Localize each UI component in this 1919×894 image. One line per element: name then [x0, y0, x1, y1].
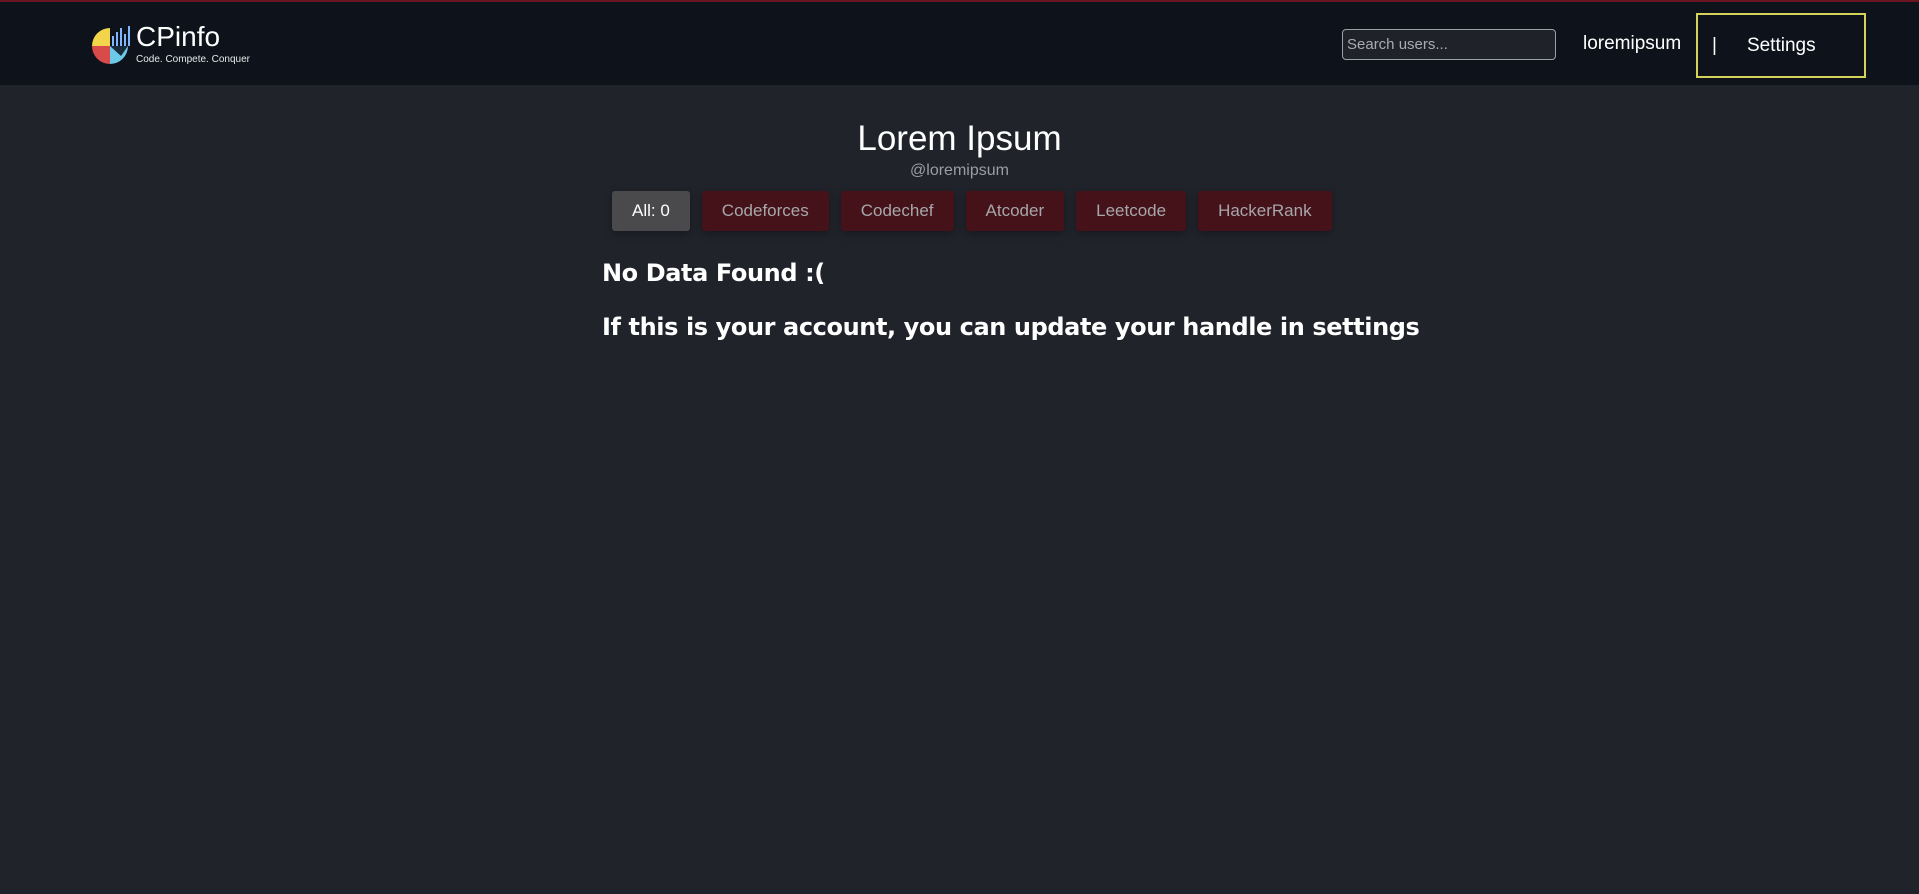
brand-tagline: Code. Compete. Conquer	[136, 54, 250, 65]
settings-nav-box: | Settings	[1696, 13, 1866, 78]
update-handle-hint: If this is your account, you can update …	[602, 313, 1420, 341]
platform-tabs: All: 0 Codeforces Codechef Atcoder Leetc…	[612, 191, 1344, 231]
brand-name: CPinfo	[136, 21, 221, 52]
settings-link[interactable]: Settings	[1747, 35, 1816, 57]
tab-all[interactable]: All: 0	[612, 191, 690, 231]
profile-handle: @loremipsum	[910, 162, 1009, 179]
tab-codechef[interactable]: Codechef	[840, 191, 954, 231]
brand-link[interactable]: CPinfo Code. Compete. Conquer	[88, 22, 250, 66]
tab-hackerrank[interactable]: HackerRank	[1198, 191, 1332, 231]
search-users-input[interactable]	[1342, 29, 1556, 60]
profile-name: Lorem Ipsum	[857, 119, 1062, 158]
tab-leetcode[interactable]: Leetcode	[1076, 191, 1187, 231]
brand-text: CPinfo Code. Compete. Conquer	[136, 22, 250, 66]
tab-codeforces[interactable]: Codeforces	[701, 191, 829, 231]
no-data-message: No Data Found :(	[602, 259, 825, 287]
pie-bar-chart-logo-icon	[92, 26, 130, 64]
tab-atcoder[interactable]: Atcoder	[965, 191, 1065, 231]
navbar: CPinfo Code. Compete. Conquer loremipsum…	[0, 0, 1919, 85]
user-profile-link[interactable]: loremipsum	[1583, 33, 1681, 55]
nav-separator: |	[1712, 34, 1717, 56]
